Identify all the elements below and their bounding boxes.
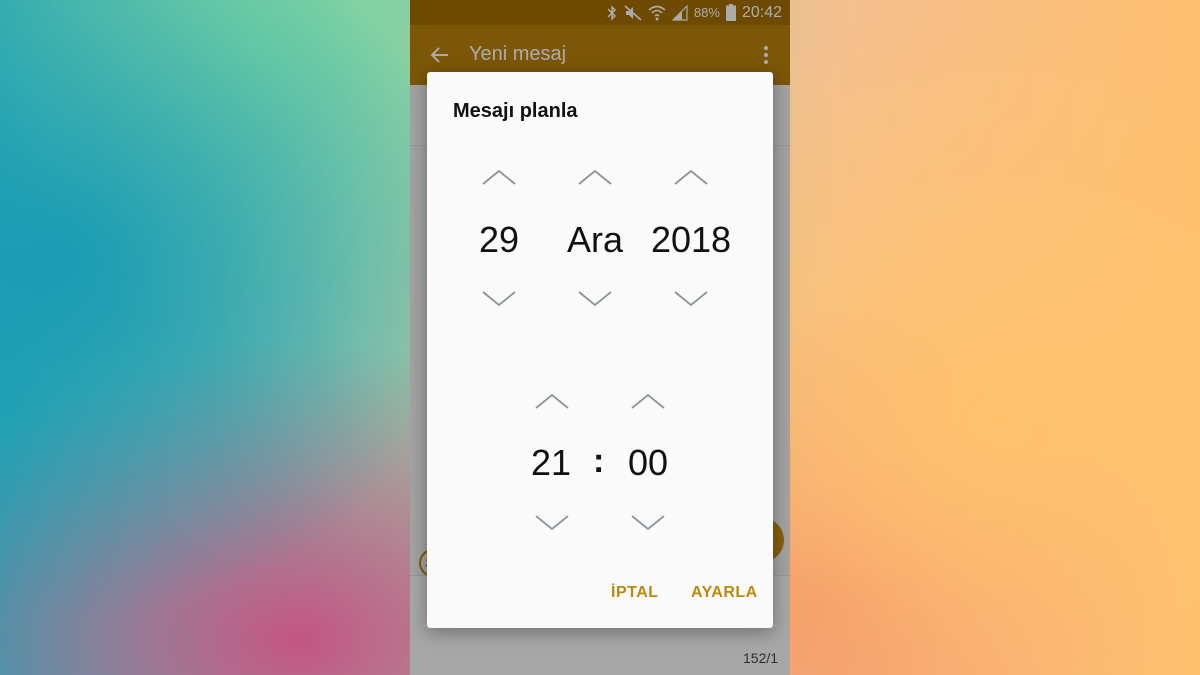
month-increment-button[interactable] [575,166,615,190]
month-decrement-button[interactable] [575,286,615,310]
hour-increment-button[interactable] [532,390,572,414]
year-value[interactable]: 2018 [646,218,736,262]
year-increment-button[interactable] [671,166,711,190]
hour-value[interactable]: 21 [506,441,596,485]
day-decrement-button[interactable] [479,286,519,310]
year-decrement-button[interactable] [671,286,711,310]
schedule-message-dialog: Mesajı planla 29 Ara 2018 21 : 00 İPTAL … [427,72,773,628]
day-value[interactable]: 29 [454,218,544,262]
day-increment-button[interactable] [479,166,519,190]
month-value[interactable]: Ara [550,218,640,262]
set-button[interactable]: AYARLA [691,584,758,602]
hour-decrement-button[interactable] [532,510,572,534]
cancel-button[interactable]: İPTAL [611,584,659,602]
dialog-title: Mesajı planla [453,100,578,122]
minute-increment-button[interactable] [628,390,668,414]
minute-value[interactable]: 00 [603,441,693,485]
minute-decrement-button[interactable] [628,510,668,534]
